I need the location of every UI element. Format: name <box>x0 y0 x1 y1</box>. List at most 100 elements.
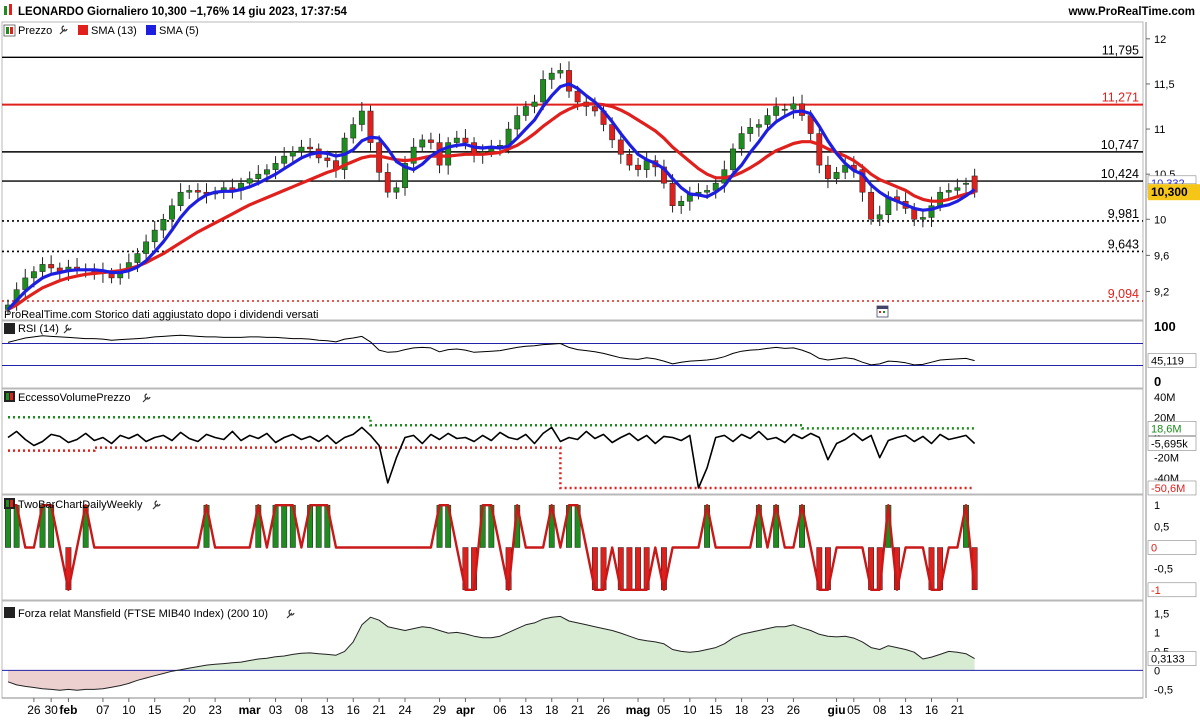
candle-body[interactable] <box>298 146 305 152</box>
mansfield-y-tick-label: 0 <box>1154 665 1160 677</box>
candle-body[interactable] <box>669 182 676 206</box>
candle-body[interactable] <box>30 271 37 279</box>
twobar-bar[interactable] <box>626 547 633 591</box>
twobar-bar[interactable] <box>281 504 288 548</box>
candle-body[interactable] <box>169 205 175 220</box>
candle-body[interactable] <box>790 103 797 110</box>
candle-body[interactable] <box>557 70 564 74</box>
candle-body[interactable] <box>419 139 426 148</box>
level-label: 9,981 <box>1108 207 1139 221</box>
x-tick-label: 21 <box>372 703 386 717</box>
candle-body[interactable] <box>540 79 547 103</box>
wrench-icon[interactable] <box>152 500 161 510</box>
candle-body[interactable] <box>246 178 253 184</box>
candle-body[interactable] <box>393 187 400 193</box>
candle-body[interactable] <box>868 191 875 220</box>
candle-body[interactable] <box>436 142 443 166</box>
volume-panel[interactable]: 40M20M0-20M-40M18,6M-5,695k-50,6M <box>7 392 1197 496</box>
candle-body[interactable] <box>945 190 952 193</box>
candle-body[interactable] <box>514 115 521 130</box>
volume-lower-band <box>8 446 975 490</box>
x-tick-label: 08 <box>873 703 887 717</box>
level-label: 9,094 <box>1108 287 1139 301</box>
candle-body[interactable] <box>591 106 598 112</box>
candle-body[interactable] <box>194 190 201 193</box>
price-panel[interactable]: 1211,51110,5109,69,211,79511,27110,74710… <box>2 34 1200 315</box>
candle-body[interactable] <box>522 106 529 116</box>
site-label[interactable]: www.ProRealTime.com <box>1067 6 1195 18</box>
wrench-icon[interactable] <box>59 25 68 35</box>
twobar-bar[interactable] <box>635 547 641 591</box>
volume-line-tag: -5,695k <box>1151 439 1188 451</box>
twobar-bar[interactable] <box>315 504 322 548</box>
candle-body[interactable] <box>151 229 158 243</box>
candle-body[interactable] <box>177 191 184 206</box>
candle-body[interactable] <box>358 110 365 125</box>
candle-body[interactable] <box>574 90 581 103</box>
twobar-panel[interactable]: 10,50-0,5-10-1 <box>5 500 1197 598</box>
volume-upper-tag: 18,6M <box>1151 423 1182 435</box>
candle-body[interactable] <box>39 264 46 272</box>
mansfield-panel[interactable]: 1,510,50-0,50,3133 <box>2 608 1197 696</box>
candle-body[interactable] <box>626 154 633 166</box>
candle-body[interactable] <box>427 139 434 143</box>
candle-body[interactable] <box>824 164 831 179</box>
candle-body[interactable] <box>324 157 331 161</box>
candle-body[interactable] <box>134 253 141 263</box>
candle-body[interactable] <box>531 101 538 107</box>
twobar-title: TwoBarChartDailyWeekly <box>18 499 143 511</box>
candle-body[interactable] <box>289 151 296 157</box>
candle-body[interactable] <box>876 214 883 220</box>
candle-body[interactable] <box>816 133 823 166</box>
candle-body[interactable] <box>919 217 926 220</box>
candle-body[interactable] <box>738 133 745 150</box>
candle-body[interactable] <box>781 108 788 111</box>
chart-canvas[interactable]: LEONARDO Giornaliero 10,300 −1,76% 14 gi… <box>0 0 1200 720</box>
mansfield-area-positive <box>8 616 975 671</box>
rsi-panel[interactable]: 100 0 45,119 <box>2 319 1197 389</box>
candle-body[interactable] <box>548 72 555 80</box>
twobar-neg-tag: -1 <box>1151 585 1161 597</box>
panel-frame-rsi <box>1 320 1144 389</box>
candle-body[interactable] <box>764 115 771 125</box>
wrench-icon[interactable] <box>63 324 72 334</box>
candle-body[interactable] <box>678 200 685 206</box>
candle-body[interactable] <box>453 137 460 143</box>
candle-body[interactable] <box>160 219 167 231</box>
calendar-icon[interactable] <box>876 305 889 318</box>
candle-body[interactable] <box>186 190 193 193</box>
candle-body[interactable] <box>307 146 314 150</box>
candle-body[interactable] <box>617 139 624 155</box>
candle-body[interactable] <box>833 172 840 179</box>
twobar-bar[interactable] <box>5 504 11 548</box>
wrench-icon[interactable] <box>142 393 151 403</box>
candle-body[interactable] <box>730 148 736 170</box>
x-tick-label: 10 <box>122 703 136 717</box>
candle-body[interactable] <box>462 137 469 143</box>
candle-body[interactable] <box>755 124 762 128</box>
candle-body[interactable] <box>350 124 357 139</box>
wrench-icon[interactable] <box>286 609 295 619</box>
candle-body[interactable] <box>635 164 641 170</box>
candle-body[interactable] <box>48 264 55 269</box>
candle-body[interactable] <box>963 182 969 185</box>
candle-body[interactable] <box>704 190 711 193</box>
candle-body[interactable] <box>937 191 944 206</box>
candle-body[interactable] <box>384 172 391 193</box>
candle-body[interactable] <box>263 169 270 175</box>
candle-body[interactable] <box>488 148 495 152</box>
x-tick-label: 21 <box>951 703 965 717</box>
price-y-tick-label: 11,5 <box>1154 79 1175 91</box>
candle-body[interactable] <box>566 70 572 92</box>
rsi-last-tag: 45,119 <box>1151 356 1184 368</box>
candle-body[interactable] <box>747 126 754 134</box>
candle-body[interactable] <box>143 241 150 254</box>
candle-body[interactable] <box>281 155 288 164</box>
candle-body[interactable] <box>272 163 279 170</box>
sma13-swatch <box>78 25 88 35</box>
candle-body[interactable] <box>773 106 780 116</box>
x-tick-label: 16 <box>925 703 939 717</box>
candle-body[interactable] <box>255 173 262 179</box>
rsi-title: RSI (14) <box>18 323 59 335</box>
candle-body[interactable] <box>954 187 961 191</box>
